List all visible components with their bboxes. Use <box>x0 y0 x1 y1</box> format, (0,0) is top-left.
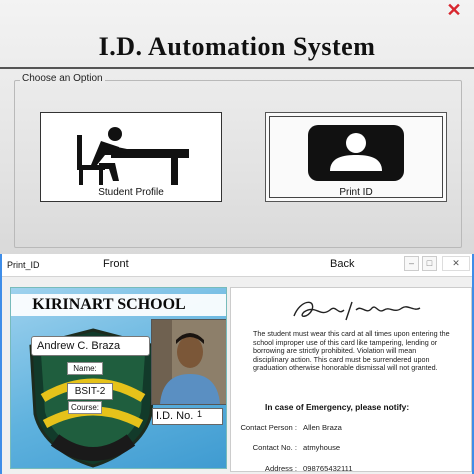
student-photo <box>151 319 226 405</box>
contact-person-label: Contact Person : <box>240 423 297 432</box>
address-value: 098765432111 <box>303 464 353 473</box>
front-side-label: Front <box>103 258 129 270</box>
minimize-button[interactable]: – <box>404 256 419 271</box>
address-label: Address : <box>264 464 297 473</box>
signature-image <box>293 301 421 321</box>
print-window-titlebar: Print_ID Front Back – □ ✕ <box>2 254 472 277</box>
student-profile-label: Student Profile <box>98 187 164 198</box>
course-field: BSIT-2 <box>67 383 113 400</box>
maximize-button[interactable]: □ <box>422 256 437 271</box>
print-id-label: Print ID <box>339 187 373 198</box>
title-divider <box>0 67 474 69</box>
course-label: Course: <box>68 401 102 414</box>
close-icon[interactable]: ✕ <box>446 1 462 19</box>
main-window: ✕ I.D. Automation System Choose an Optio… <box>0 0 474 255</box>
student-profile-button[interactable]: Student Profile <box>40 112 222 202</box>
print-id-window: Print_ID Front Back – □ ✕ KIRINART SCHOO… <box>0 254 474 474</box>
contact-person-value: Allen Braza <box>303 423 342 432</box>
print-id-button[interactable]: Print ID <box>265 112 447 202</box>
id-card-back: The student must wear this card at all t… <box>230 287 472 473</box>
id-number-label: I.D. No. <box>156 410 194 422</box>
student-name-field: Andrew C. Braza <box>31 336 150 356</box>
id-card-front: KIRINART SCHOOL Andrew C. Braza Name: BS… <box>10 287 227 469</box>
card-rules-text: The student must wear this card at all t… <box>253 329 450 373</box>
name-label: Name: <box>67 362 103 375</box>
window-close-button[interactable]: ✕ <box>442 256 470 271</box>
id-number-field: I.D. No. <box>152 408 223 425</box>
person-photo-icon <box>152 320 226 404</box>
app-title: I.D. Automation System <box>98 32 376 61</box>
id-card-icon <box>308 125 404 181</box>
print-window-title: Print_ID <box>7 260 40 270</box>
contact-no-label: Contact No. : <box>252 443 297 452</box>
options-group-label: Choose an Option <box>20 73 105 84</box>
school-name: KIRINART SCHOOL <box>32 296 186 313</box>
emergency-heading: In case of Emergency, please notify: <box>265 402 410 412</box>
back-side-label: Back <box>330 258 355 270</box>
contact-no-value: atmyhouse <box>303 443 341 452</box>
student-desk-icon <box>77 127 189 185</box>
id-number-value: 1 <box>197 409 203 419</box>
